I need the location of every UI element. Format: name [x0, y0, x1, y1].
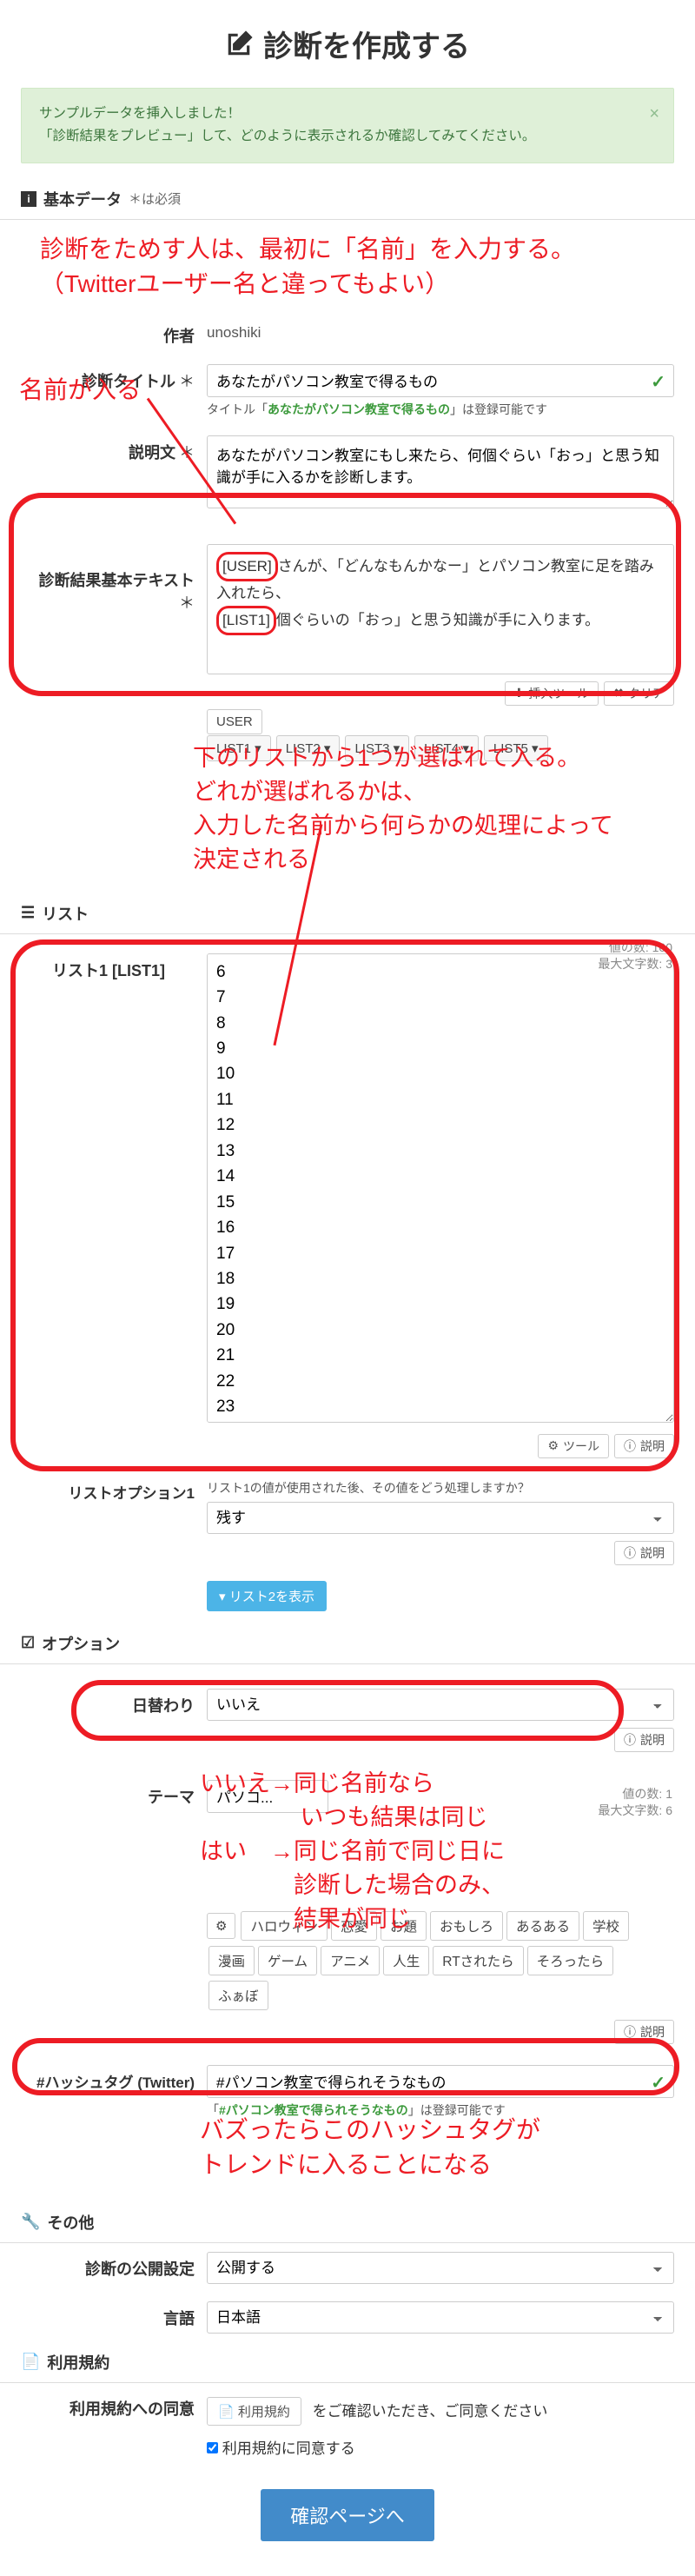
theme-tag[interactable]: そろったら	[527, 1946, 614, 1975]
theme-tag[interactable]: アニメ	[321, 1946, 380, 1975]
close-icon[interactable]: ×	[649, 99, 659, 129]
row-hashtag: #ハッシュタグ (Twitter) ✓ 「#パソコン教室で得られそうなもの」は登…	[0, 2053, 695, 2128]
list-tag-btn[interactable]: LIST5 ▾	[484, 735, 548, 761]
daily-select[interactable]: いいえ	[207, 1689, 674, 1721]
terms-checkbox[interactable]: 利用規約に同意する	[207, 2440, 355, 2457]
show-list2-btn[interactable]: ▾ リスト2を表示	[207, 1581, 327, 1611]
check-icon: ☑	[21, 1634, 35, 1652]
terms-link[interactable]: 📄 利用規約	[207, 2397, 301, 2426]
theme-tag[interactable]: RTされたら	[433, 1946, 523, 1975]
row-lang: 言語 日本語	[0, 2293, 695, 2342]
explain-btn[interactable]: ⓘ 説明	[614, 1434, 674, 1458]
section-terms: 📄 利用規約	[0, 2342, 695, 2383]
info-icon: i	[21, 191, 36, 207]
section-options: ☑ オプション	[0, 1623, 695, 1664]
edit-icon	[225, 30, 253, 58]
list-tag-btn[interactable]: LIST1 ▾	[207, 735, 271, 761]
list-tag-btn[interactable]: LIST3 ▾	[345, 735, 409, 761]
theme-input[interactable]	[207, 1780, 328, 1813]
insert-tool-btn[interactable]: ✚ 挿入ツール	[505, 681, 599, 706]
theme-tag[interactable]: お題	[381, 1911, 427, 1941]
row-title: 診断タイトル＊ ✓ タイトル「あなたがパソコン教室で得るもの」は登録可能です	[0, 355, 695, 427]
section-list: ☰ リスト	[0, 893, 695, 934]
theme-tag[interactable]: 恋愛	[331, 1911, 377, 1941]
list-tag-btn[interactable]: LIST2 ▾	[276, 735, 341, 761]
listopt-select[interactable]: 残す	[207, 1502, 674, 1534]
publish-select[interactable]: 公開する	[207, 2252, 674, 2284]
row-result: 診断結果基本テキスト＊ [USER]さんが、「どんなもんかなー」とパソコン教室に…	[0, 521, 695, 770]
success-alert: × サンプルデータを挿入しました！ 「診断結果をプレビュー」して、どのように表示…	[21, 88, 674, 163]
desc-textarea[interactable]: あなたがパソコン教室にもし来たら、何個ぐらい「おっ」と思う知識が手に入るかを診断…	[207, 435, 674, 508]
list-tag-btn[interactable]: LIST4 ▾	[414, 735, 479, 761]
explain-btn[interactable]: ⓘ 説明	[614, 1541, 674, 1565]
explain-btn[interactable]: ⓘ 説明	[614, 1728, 674, 1752]
theme-tag[interactable]: 学校	[583, 1911, 629, 1941]
doc-icon: 📄	[21, 2353, 40, 2371]
row-desc: 説明文＊ あなたがパソコン教室にもし来たら、何個ぐらい「おっ」と思う知識が手に入…	[0, 427, 695, 521]
clear-btn[interactable]: ✖ クリア	[604, 681, 674, 706]
theme-tag[interactable]: 漫画	[208, 1946, 255, 1975]
theme-tag[interactable]: おもしろ	[430, 1911, 503, 1941]
hashtag-input[interactable]	[207, 2065, 674, 2098]
tool-btn[interactable]: ⚙ ツール	[538, 1434, 609, 1458]
theme-tag[interactable]: 人生	[383, 1946, 429, 1975]
check-icon: ✓	[651, 371, 665, 393]
lang-select[interactable]: 日本語	[207, 2301, 674, 2334]
explain-btn[interactable]: ⓘ 説明	[614, 2020, 674, 2044]
theme-tag[interactable]: ゲーム	[258, 1946, 317, 1975]
check-icon: ✓	[651, 2072, 665, 2094]
row-daily: 日替わり いいえ ⓘ 説明	[0, 1664, 695, 1761]
row-listopt: リストオプション1 リスト1の値が使用された後、その値をどう処理しますか？ 残す…	[0, 1467, 695, 1574]
list-icon: ☰	[21, 904, 35, 922]
theme-tag[interactable]: ハロウィン	[241, 1911, 328, 1941]
section-other: 🔧 その他	[0, 2202, 695, 2243]
submit-button[interactable]: 確認ページへ	[261, 2489, 434, 2541]
title-input[interactable]	[207, 364, 674, 397]
row-theme: テーマ ⚙ ハロウィン恋愛お題おもしろあるある学校漫画ゲームアニメ人生RTされた…	[0, 1771, 695, 2053]
gear-icon[interactable]: ⚙	[207, 1913, 235, 1939]
wrench-icon: 🔧	[21, 2213, 40, 2231]
list1-textarea[interactable]: 6 7 8 9 10 11 12 13 14 15 16 17 18 19 20…	[207, 953, 674, 1423]
user-tag-btn[interactable]: USER	[207, 709, 262, 734]
row-author: 作者 unoshiki	[0, 310, 695, 355]
section-basic: i 基本データ ＊は必須	[0, 179, 695, 220]
page-title: 診断を作成する	[0, 0, 695, 88]
theme-tag[interactable]: あるある	[506, 1911, 579, 1941]
result-textarea[interactable]: [USER]さんが、「どんなもんかなー」とパソコン教室に足を踏み入れたら、 [L…	[207, 544, 674, 674]
row-terms: 利用規約への同意 📄 利用規約 をご確認いただき、ご同意ください 利用規約に同意…	[0, 2383, 695, 2466]
theme-tag[interactable]: ふぁぼ	[208, 1981, 268, 2010]
row-publish: 診断の公開設定 公開する	[0, 2243, 695, 2293]
